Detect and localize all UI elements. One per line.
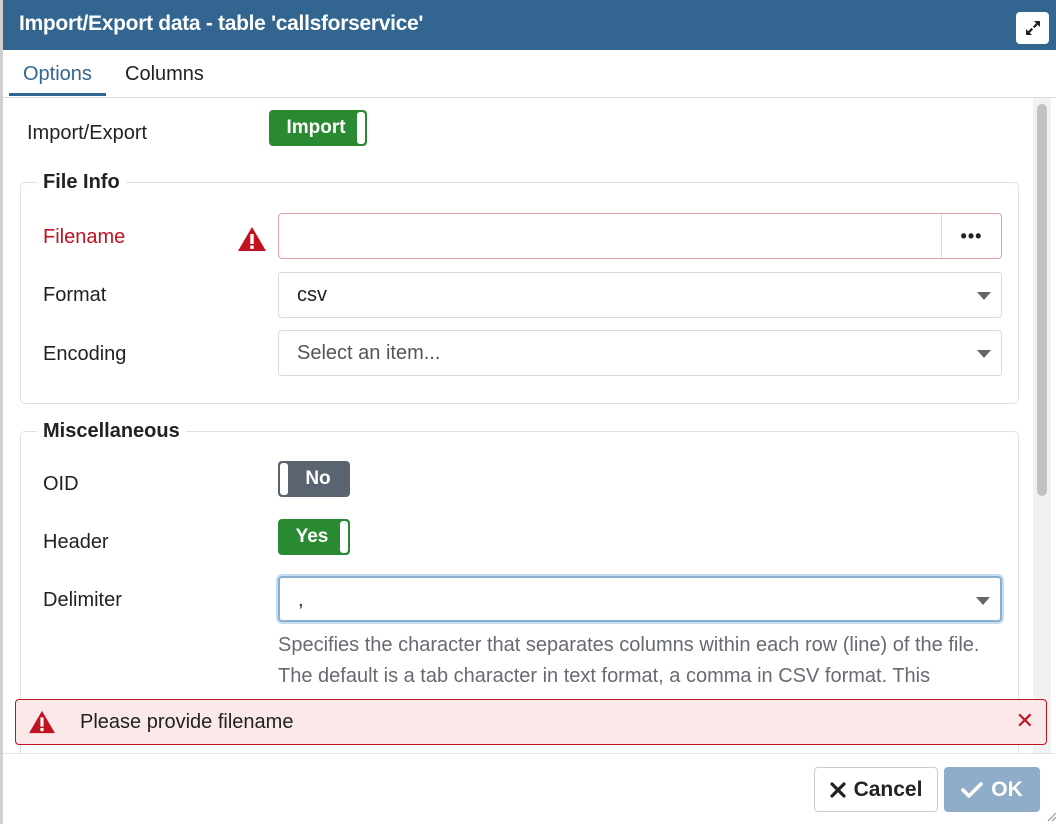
maximize-button[interactable] bbox=[1016, 12, 1049, 44]
header-toggle[interactable]: Yes bbox=[278, 519, 350, 555]
encoding-select[interactable]: Select an item... bbox=[278, 330, 1002, 376]
import-export-toggle[interactable]: Import bbox=[269, 110, 367, 146]
chevron-down-icon bbox=[977, 350, 991, 358]
tab-bar: Options Columns bbox=[3, 50, 1056, 98]
browse-file-button[interactable]: ••• bbox=[941, 214, 1001, 258]
file-info-legend: File Info bbox=[37, 171, 126, 194]
header-toggle-text: Yes bbox=[295, 526, 329, 547]
warning-icon bbox=[238, 227, 266, 251]
error-message: Please provide filename bbox=[80, 711, 294, 733]
check-icon bbox=[961, 781, 984, 798]
miscellaneous-legend: Miscellaneous bbox=[37, 420, 186, 443]
content-scrollbar[interactable] bbox=[1033, 98, 1051, 753]
delimiter-select[interactable]: , bbox=[278, 576, 1002, 622]
import-export-toggle-text: Import bbox=[286, 117, 346, 138]
chevron-down-icon bbox=[976, 597, 990, 605]
chevron-down-icon bbox=[977, 292, 991, 300]
filename-label: Filename bbox=[43, 226, 126, 248]
error-notification: Please provide filename ✕ bbox=[15, 699, 1047, 745]
dialog-titlebar[interactable]: Import/Export data - table 'callsforserv… bbox=[3, 0, 1056, 50]
close-icon[interactable]: ✕ bbox=[1016, 708, 1034, 734]
format-label: Format bbox=[43, 284, 107, 306]
toggle-knob bbox=[340, 521, 348, 553]
delimiter-help-text: Specifies the character that separates c… bbox=[278, 634, 980, 687]
format-select[interactable]: csv bbox=[278, 272, 1002, 318]
oid-toggle-text: No bbox=[305, 468, 331, 489]
import-export-dialog: Import/Export data - table 'callsforserv… bbox=[0, 0, 1056, 824]
ok-button[interactable]: OK bbox=[944, 767, 1040, 812]
encoding-label: Encoding bbox=[43, 343, 127, 365]
warning-icon bbox=[29, 710, 55, 734]
close-icon bbox=[829, 781, 846, 798]
dialog-footer: Cancel OK bbox=[3, 753, 1056, 824]
import-export-label: Import/Export bbox=[27, 122, 148, 144]
oid-toggle[interactable]: No bbox=[278, 461, 350, 497]
header-label: Header bbox=[43, 531, 109, 553]
resize-handle-icon[interactable] bbox=[1045, 810, 1056, 822]
dialog-title: Import/Export data - table 'callsforserv… bbox=[19, 12, 424, 35]
tab-options[interactable]: Options bbox=[9, 62, 106, 96]
filename-input[interactable]: ••• bbox=[278, 213, 1002, 259]
tab-columns[interactable]: Columns bbox=[111, 62, 218, 96]
cancel-label: Cancel bbox=[853, 777, 923, 801]
delimiter-value: , bbox=[298, 589, 304, 611]
ok-label: OK bbox=[991, 777, 1023, 801]
toggle-knob bbox=[357, 112, 365, 144]
encoding-placeholder: Select an item... bbox=[297, 342, 441, 364]
format-value: csv bbox=[297, 284, 327, 306]
cancel-button[interactable]: Cancel bbox=[814, 767, 938, 812]
scrollbar-thumb[interactable] bbox=[1037, 104, 1047, 496]
expand-icon bbox=[1025, 21, 1040, 35]
delimiter-label: Delimiter bbox=[43, 589, 122, 611]
oid-label: OID bbox=[43, 473, 79, 495]
